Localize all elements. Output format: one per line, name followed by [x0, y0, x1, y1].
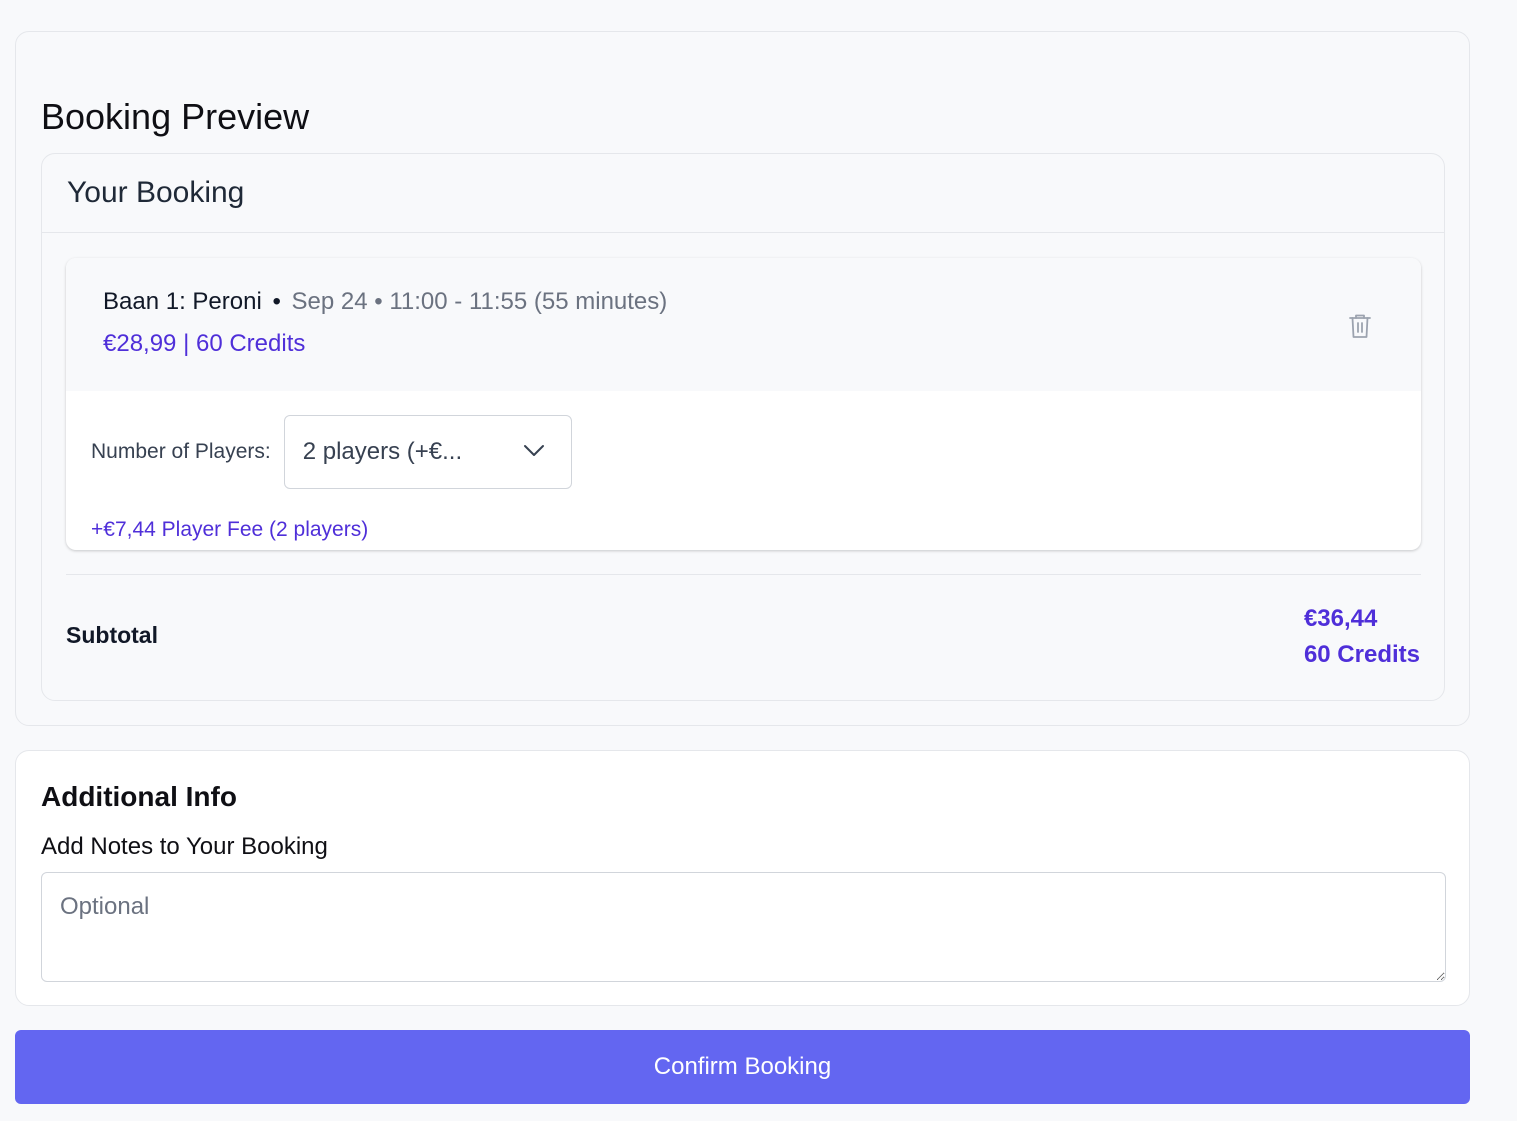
notes-textarea[interactable]: [41, 872, 1446, 982]
divider: [66, 574, 1421, 575]
subtotal-values: €36,44 60 Credits: [1304, 601, 1420, 673]
your-booking-panel: Your Booking Baan 1: Peroni • Sep 24 • 1…: [41, 153, 1445, 701]
subtotal-price: €36,44: [1303, 605, 1378, 632]
confirm-booking-button[interactable]: Confirm Booking: [15, 1030, 1470, 1104]
court-name: Baan 1: Peroni: [103, 288, 262, 315]
players-row: Number of Players: 2 players (+€...: [91, 415, 572, 489]
subtotal-credits: 60 Credits: [1303, 641, 1420, 668]
players-select[interactable]: 2 players (+€...: [283, 415, 572, 489]
your-booking-header: Your Booking: [42, 154, 1444, 233]
chevron-down-icon: [523, 445, 544, 456]
page-title: Booking Preview: [41, 96, 310, 137]
your-booking-title: Your Booking: [67, 176, 245, 209]
booking-item-summary: Baan 1: Peroni • Sep 24 • 11:00 - 11:55 …: [66, 258, 1421, 391]
booking-item-price: €28,99 | 60 Credits: [103, 330, 306, 357]
booking-item-details: Baan 1: Peroni • Sep 24 • 11:00 - 11:55 …: [103, 288, 667, 316]
player-fee: +€7,44 Player Fee (2 players): [91, 518, 369, 541]
additional-info-title: Additional Info: [41, 781, 237, 812]
booking-item-card: Baan 1: Peroni • Sep 24 • 11:00 - 11:55 …: [66, 258, 1421, 550]
booking-datetime: Sep 24 • 11:00 - 11:55 (55 minutes): [291, 288, 668, 315]
players-label: Number of Players:: [91, 440, 271, 463]
players-select-value: 2 players (+€...: [302, 438, 463, 465]
booking-preview-card: Booking Preview Your Booking Baan 1: Per…: [15, 31, 1470, 726]
additional-info-card: Additional Info Add Notes to Your Bookin…: [15, 750, 1470, 1006]
notes-label: Add Notes to Your Booking: [41, 833, 328, 860]
bullet-separator: •: [272, 288, 281, 315]
trash-icon[interactable]: [1348, 313, 1372, 339]
subtotal-label: Subtotal: [66, 622, 158, 648]
